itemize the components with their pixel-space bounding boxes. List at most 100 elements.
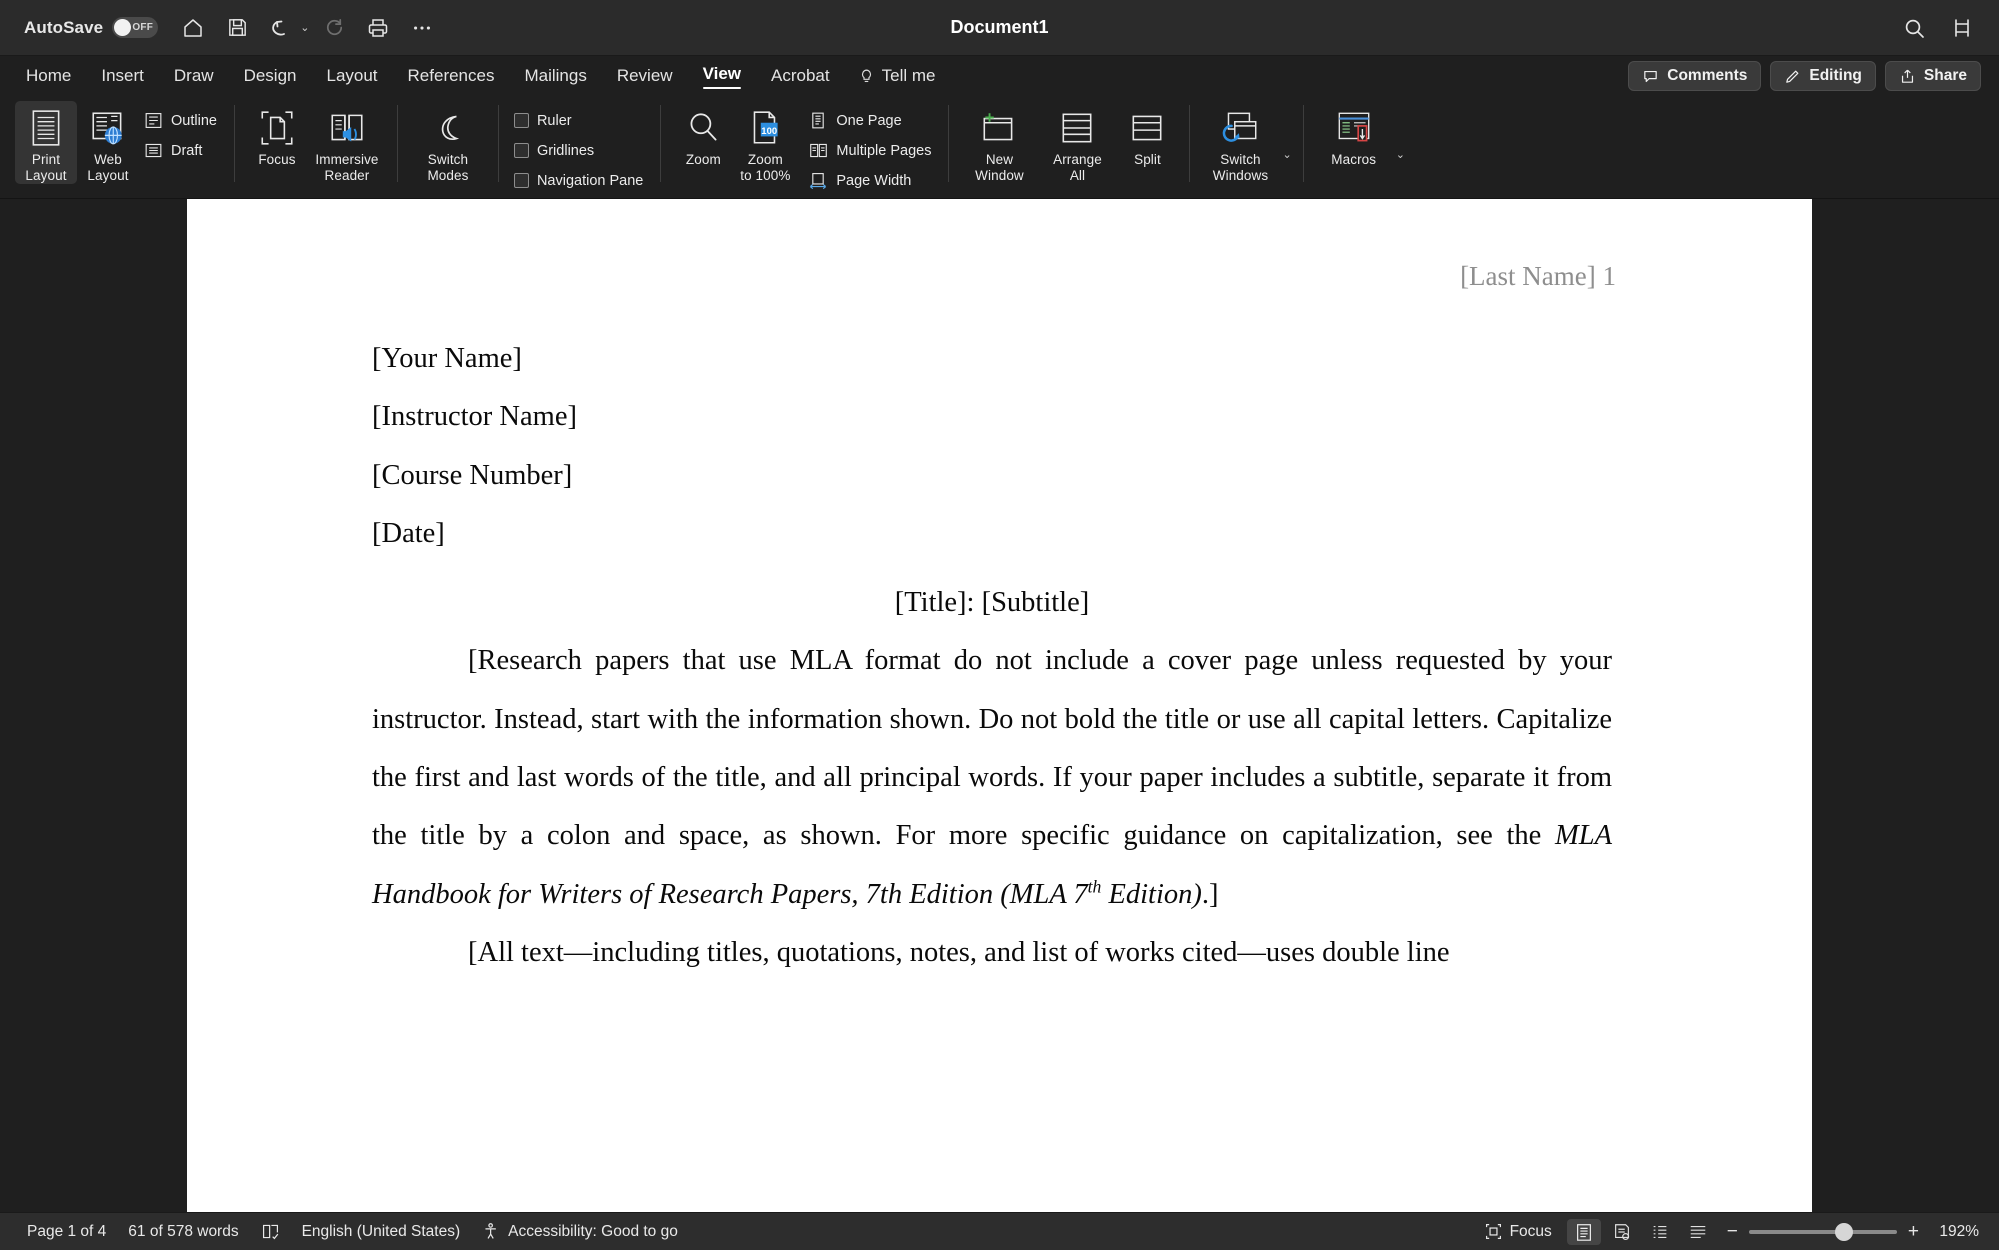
- read-mode-icon[interactable]: [1566, 1218, 1601, 1245]
- page-width-icon: [808, 171, 828, 191]
- focus-label-1: Focus: [258, 152, 296, 167]
- tab-home[interactable]: Home: [12, 62, 85, 90]
- undo-icon[interactable]: [262, 9, 300, 47]
- gridlines-checkbox-row[interactable]: Gridlines: [510, 137, 649, 164]
- paragraph-1-tail: .]: [1201, 878, 1219, 910]
- ruler-checkbox-row[interactable]: Ruler: [510, 107, 649, 134]
- autosave-switch[interactable]: OFF: [112, 17, 159, 38]
- zoom-100-label-1: Zoom: [747, 152, 783, 167]
- focus-button[interactable]: Focus: [246, 101, 308, 167]
- immersive-reader-button[interactable]: Immersive Reader: [308, 101, 386, 184]
- ribbon-separator: [233, 105, 235, 182]
- zoom-slider-track[interactable]: [1748, 1222, 1897, 1241]
- ribbon-actions: Comments Editing Share: [1628, 61, 1987, 91]
- print-icon[interactable]: [359, 9, 397, 47]
- language-label: English (United States): [301, 1222, 461, 1240]
- proofing-icon: [262, 1224, 278, 1240]
- ribbon-view-tab: Print Layout Web Layout Outline Draft Fo…: [0, 96, 1999, 199]
- outline-button[interactable]: Outline: [139, 107, 223, 134]
- magnifier-icon: [683, 105, 723, 151]
- home-icon[interactable]: [174, 9, 212, 47]
- ribbon-separator: [1302, 105, 1304, 182]
- language-indicator[interactable]: English (United States): [291, 1220, 472, 1244]
- zoom-out-button[interactable]: −: [1727, 1221, 1738, 1243]
- web-layout-button[interactable]: Web Layout: [77, 101, 139, 184]
- outline-view-icon[interactable]: [1681, 1219, 1715, 1245]
- share-icon: [1901, 69, 1913, 83]
- one-page-button[interactable]: One Page: [804, 107, 937, 134]
- doc-line-date: [Date]: [372, 518, 445, 550]
- search-icon[interactable]: [1895, 9, 1933, 47]
- page-header: [Last Name] 1: [1460, 261, 1616, 291]
- immersive-reader-icon: [326, 105, 368, 151]
- tab-design[interactable]: Design: [230, 62, 311, 90]
- split-label-1: Split: [1134, 152, 1161, 167]
- switch-windows-chevron-down-icon[interactable]: ⌄: [1282, 138, 1291, 161]
- focus-mode-button[interactable]: Focus: [1473, 1219, 1563, 1244]
- zoom-level-label[interactable]: 192%: [1931, 1223, 1983, 1241]
- switch-windows-button[interactable]: Switch Windows: [1201, 101, 1279, 184]
- new-window-label-2: Window: [975, 168, 1024, 184]
- document-canvas[interactable]: [Last Name] 1 [Your Name] [Instructor Na…: [0, 199, 1999, 1212]
- ribbon-group-switch-windows: Switch Windows ⌄: [1192, 99, 1300, 198]
- ribbon-group-immersive: Focus Immersive Reader: [237, 99, 395, 198]
- tab-view[interactable]: View: [689, 60, 755, 93]
- new-window-icon: [978, 105, 1020, 151]
- comments-button[interactable]: Comments: [1628, 61, 1762, 91]
- tab-mailings[interactable]: Mailings: [510, 62, 600, 90]
- zoom-100-button[interactable]: 100 Zoom to 100%: [734, 101, 796, 184]
- editing-button[interactable]: Editing: [1770, 61, 1876, 91]
- navigation-pane-checkbox-row[interactable]: Navigation Pane: [510, 167, 649, 194]
- draft-button[interactable]: Draft: [139, 137, 223, 164]
- web-layout-view-icon[interactable]: [1643, 1219, 1677, 1245]
- zoom-100-label-2: to 100%: [740, 168, 791, 184]
- chevron-down-icon[interactable]: ⌄: [300, 21, 309, 34]
- tell-me-button[interactable]: Tell me: [846, 62, 948, 90]
- save-icon[interactable]: [218, 9, 256, 47]
- tab-acrobat[interactable]: Acrobat: [757, 62, 844, 90]
- ruler-checkbox[interactable]: [513, 113, 529, 128]
- split-button[interactable]: Split: [1116, 101, 1178, 167]
- arrange-all-button[interactable]: Arrange All: [1038, 101, 1116, 184]
- autosave-toggle[interactable]: AutoSave OFF: [18, 13, 168, 42]
- switch-windows-icon: [1218, 105, 1262, 151]
- print-layout-view-icon[interactable]: [1605, 1219, 1639, 1245]
- zoom-slider-thumb[interactable]: [1834, 1222, 1853, 1241]
- zoom-button[interactable]: Zoom: [672, 101, 734, 167]
- document-page[interactable]: [Last Name] 1 [Your Name] [Instructor Na…: [187, 199, 1812, 1212]
- tab-draw[interactable]: Draw: [160, 62, 228, 90]
- switch-modes-button[interactable]: Switch Modes: [409, 101, 487, 184]
- svg-text:100: 100: [762, 126, 778, 137]
- macros-chevron-down-icon[interactable]: ⌄: [1396, 138, 1405, 161]
- ribbon-display-icon[interactable]: [1943, 9, 1981, 47]
- macros-button[interactable]: Macros: [1315, 101, 1393, 167]
- word-count[interactable]: 61 of 578 words: [117, 1220, 249, 1244]
- navigation-pane-checkbox[interactable]: [513, 173, 529, 188]
- tab-layout[interactable]: Layout: [312, 62, 391, 90]
- gridlines-checkbox[interactable]: [513, 143, 529, 158]
- print-layout-label-1: Print: [31, 152, 61, 167]
- page-view-list: One Page Multiple Pages Page Width: [804, 101, 937, 194]
- more-icon[interactable]: [403, 9, 441, 47]
- tab-review[interactable]: Review: [603, 62, 687, 90]
- proofing-status[interactable]: [250, 1219, 291, 1244]
- page-width-button[interactable]: Page Width: [804, 167, 937, 194]
- split-icon: [1127, 105, 1167, 151]
- new-window-button[interactable]: New Window: [960, 101, 1038, 184]
- web-layout-label-2: Layout: [87, 168, 129, 184]
- doc-line-your-name: [Your Name]: [372, 343, 522, 374]
- word-window: AutoSave OFF ⌄ Document1 Home Insert Dra…: [0, 0, 1999, 1250]
- share-button[interactable]: Share: [1884, 61, 1981, 91]
- tab-insert[interactable]: Insert: [87, 62, 158, 90]
- document-body[interactable]: [Your Name] [Instructor Name] [Course Nu…: [187, 330, 1812, 983]
- redo-icon[interactable]: [315, 9, 353, 47]
- zoom-in-button[interactable]: +: [1908, 1221, 1919, 1243]
- page-width-label: Page Width: [836, 172, 912, 189]
- print-layout-button[interactable]: Print Layout: [15, 101, 77, 184]
- accessibility-status[interactable]: Accessibility: Good to go: [471, 1219, 689, 1244]
- zoom-slider[interactable]: − +: [1719, 1221, 1927, 1243]
- titlebar-right-icons: [1895, 9, 1981, 47]
- tab-references[interactable]: References: [394, 62, 509, 90]
- page-indicator[interactable]: Page 1 of 4: [16, 1220, 117, 1244]
- multiple-pages-button[interactable]: Multiple Pages: [804, 137, 937, 164]
